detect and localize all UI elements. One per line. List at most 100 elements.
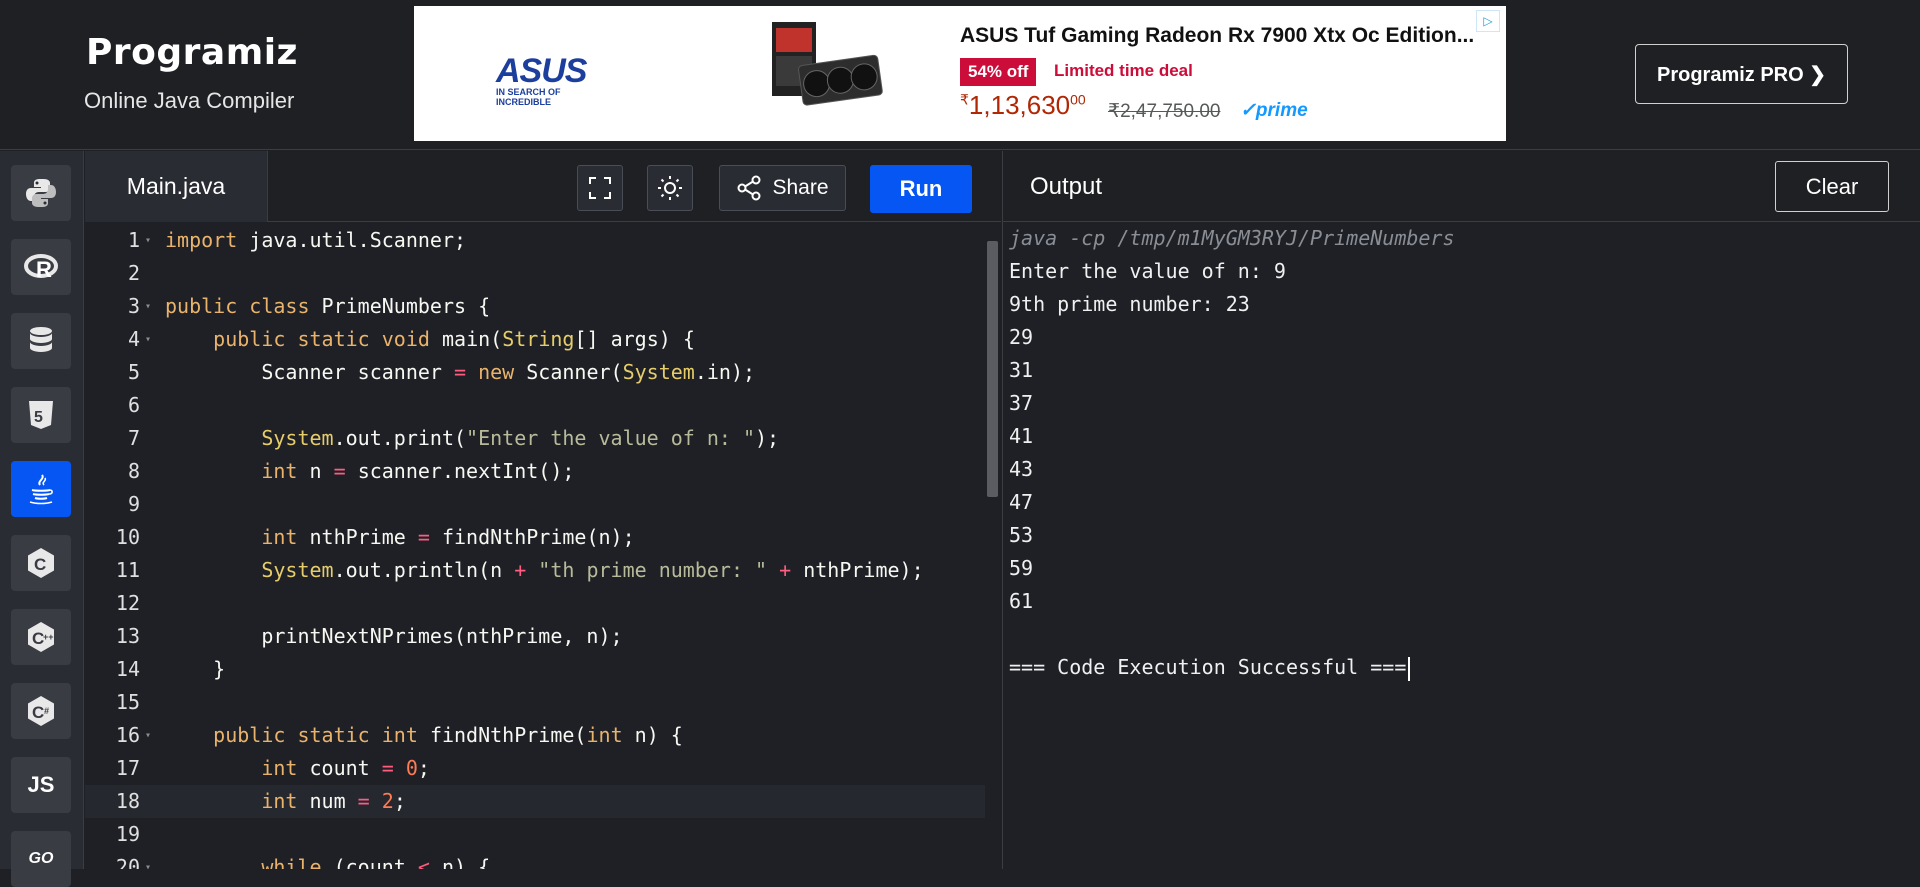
output-line: 59: [1009, 556, 1034, 580]
code-line[interactable]: 3 ▾ public class PrimeNumbers {: [85, 290, 985, 323]
line-number: 1: [127, 228, 140, 252]
python-icon[interactable]: [11, 165, 71, 221]
output-line: 37: [1009, 391, 1034, 415]
line-number: 3: [127, 294, 140, 318]
code-line[interactable]: 15: [85, 686, 985, 719]
line-number: 18: [115, 789, 140, 813]
code-line[interactable]: 14 }: [85, 653, 985, 686]
code-line[interactable]: 8 int n = scanner.nextInt();: [85, 455, 985, 488]
code-line[interactable]: 5 Scanner scanner = new Scanner(System.i…: [85, 356, 985, 389]
editor-toolbar: Main.java Share Run: [85, 151, 1001, 222]
line-number: 2: [127, 261, 140, 285]
code-text: while (count < n) {: [261, 855, 491, 869]
code-text: import java.util.Scanner;: [165, 228, 467, 252]
fold-chevron-icon[interactable]: ▾: [145, 224, 151, 257]
editor-scrollbar-thumb[interactable]: [987, 241, 998, 497]
text-cursor: [1408, 656, 1411, 681]
line-number: 8: [127, 459, 140, 483]
line-number: 17: [115, 756, 140, 780]
tab-main-java[interactable]: Main.java: [85, 151, 268, 222]
line-number: 13: [115, 624, 140, 648]
code-line[interactable]: 20 ▾ while (count < n) {: [85, 851, 985, 869]
line-number: 10: [115, 525, 140, 549]
sun-icon: [658, 176, 682, 200]
output-title: Output: [1030, 173, 1103, 200]
share-label: Share: [772, 176, 829, 199]
line-number: 14: [115, 657, 140, 681]
code-line[interactable]: 7 System.out.print("Enter the value of n…: [85, 422, 985, 455]
go-icon[interactable]: GO: [11, 831, 71, 887]
code-line[interactable]: 10 int nthPrime = findNthPrime(n);: [85, 521, 985, 554]
code-text: int count = 0;: [261, 756, 430, 780]
js-icon[interactable]: JS: [11, 757, 71, 813]
run-command-line: java -cp /tmp/m1MyGM3RYJ/PrimeNumbers: [1009, 226, 1455, 250]
fold-chevron-icon[interactable]: ▾: [145, 719, 151, 752]
code-line[interactable]: 9: [85, 488, 985, 521]
code-line[interactable]: 16 ▾ public static int findNthPrime(int n…: [85, 719, 985, 752]
c-icon[interactable]: C: [11, 535, 71, 591]
code-line[interactable]: 12: [85, 587, 985, 620]
code-line[interactable]: 11 System.out.println(n + "th prime numb…: [85, 554, 985, 587]
share-icon: [737, 175, 761, 201]
output-line: 31: [1009, 358, 1034, 382]
fullscreen-button[interactable]: [577, 165, 623, 211]
svg-text:++: ++: [43, 632, 54, 642]
cpp-icon[interactable]: C ++: [11, 609, 71, 665]
html5-icon[interactable]: 5: [11, 387, 71, 443]
code-text: printNextNPrimes(nthPrime, n);: [165, 624, 623, 648]
programiz-pro-button[interactable]: Programiz PRO ❯: [1635, 44, 1848, 104]
share-button[interactable]: Share: [719, 165, 846, 211]
code-text: System.out.println(n + "th prime number:…: [261, 558, 924, 582]
advertisement-banner[interactable]: ASUS IN SEARCH OF INCREDIBLE ASUS Tuf Ga…: [414, 6, 1506, 141]
adchoices-icon[interactable]: ▷: [1476, 10, 1500, 32]
code-text: public static void main(String[] args) {: [213, 327, 695, 351]
code-line[interactable]: 17 int count = 0;: [85, 752, 985, 785]
code-text: int nthPrime = findNthPrime(n);: [261, 525, 635, 549]
line-number: 19: [115, 822, 140, 846]
code-text: int n = scanner.nextInt();: [261, 459, 575, 483]
code-line[interactable]: 13 printNextNPrimes(nthPrime, n);: [85, 620, 985, 653]
svg-text:#: #: [44, 706, 49, 716]
graphics-card-image: [764, 16, 884, 128]
line-number: 4: [127, 327, 140, 351]
line-number: 11: [115, 558, 140, 582]
code-editor[interactable]: 1 ▾ import java.util.Scanner; 2 3 ▾ public cla…: [85, 222, 1001, 869]
code-text: }: [165, 657, 226, 681]
output-console[interactable]: java -cp /tmp/m1MyGM3RYJ/PrimeNumbers Ent…: [1002, 222, 1920, 869]
code-text: System.out.print("Enter the value of n: …: [261, 426, 780, 450]
svg-text:C: C: [34, 555, 46, 574]
code-line[interactable]: 19: [85, 818, 985, 851]
code-text: int num = 2;: [261, 789, 406, 813]
database-icon[interactable]: [11, 313, 71, 369]
code-line[interactable]: 2: [85, 257, 985, 290]
code-line[interactable]: 1 ▾ import java.util.Scanner;: [85, 224, 985, 257]
csharp-icon[interactable]: C #: [11, 683, 71, 739]
line-number: 20: [115, 855, 140, 869]
output-line: 47: [1009, 490, 1034, 514]
code-line[interactable]: 6: [85, 389, 985, 422]
ad-original-price: ₹2,47,750.00: [1108, 101, 1221, 122]
line-number: 15: [115, 690, 140, 714]
code-text: Scanner scanner = new Scanner(System.in)…: [165, 360, 756, 384]
line-number: 9: [127, 492, 140, 516]
fold-chevron-icon[interactable]: ▾: [145, 323, 151, 356]
clear-button[interactable]: Clear: [1775, 161, 1889, 212]
code-line[interactable]: 4 ▾ public static void main(String[] args…: [85, 323, 985, 356]
programiz-logo[interactable]: Programiz: [86, 32, 298, 73]
code-line[interactable]: 18 int num = 2;: [85, 785, 985, 818]
ad-discount-badge: 54% off: [960, 58, 1037, 86]
output-line: 61: [1009, 589, 1034, 613]
ad-prime-badge: ✓prime: [1240, 100, 1308, 121]
line-number: 7: [127, 426, 140, 450]
line-number: 5: [127, 360, 140, 384]
fold-chevron-icon[interactable]: ▾: [145, 290, 151, 323]
fold-chevron-icon[interactable]: ▾: [145, 851, 151, 869]
run-button[interactable]: Run: [870, 165, 972, 213]
r-icon[interactable]: R: [11, 239, 71, 295]
code-text: public static int findNthPrime(int n) {: [213, 723, 683, 747]
ad-price-symbol: ₹: [960, 91, 969, 108]
ad-product-title[interactable]: ASUS Tuf Gaming Radeon Rx 7900 Xtx Oc Ed…: [960, 24, 1474, 48]
header: Programiz Online Java Compiler ASUS IN S…: [0, 0, 1920, 150]
theme-toggle-button[interactable]: [647, 165, 693, 211]
java-icon[interactable]: [11, 461, 71, 517]
